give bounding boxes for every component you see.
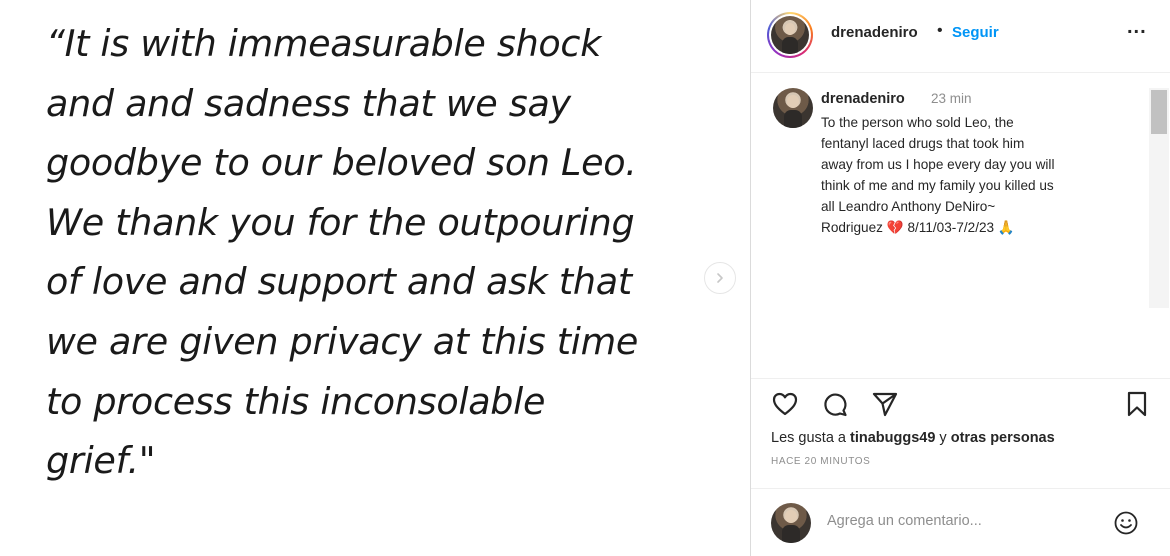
quote-line: to process this inconsolable [46,379,546,423]
comment-icon[interactable] [821,390,849,418]
next-slide-button[interactable] [704,262,736,294]
caption-line: To the person who sold Leo, the [821,115,1014,130]
emoji-icon[interactable] [1113,510,1139,536]
quote-text: “It is with immeasurable shock and and s… [46,14,736,491]
likes-prefix: Les gusta a [771,430,850,446]
caption-avatar[interactable] [773,88,813,128]
quote-line: and and sadness that we say [46,81,571,125]
avatar [771,16,809,54]
caption-line: away from us I hope every day you will [821,157,1055,172]
share-icon[interactable] [871,390,899,418]
caption-area: drenadeniro 23 min To the person who sol… [751,74,1170,374]
likes-middle: y [935,430,951,446]
header-username[interactable]: drenadeniro [831,24,918,41]
heart-icon[interactable] [771,391,799,417]
quote-line: “It is with immeasurable shock [46,22,602,65]
add-comment-bar [751,488,1170,556]
separator-dot: • [937,22,943,39]
caption-username[interactable]: drenadeniro [821,91,905,107]
quote-line: We thank you for the outpouring [46,200,635,244]
quote-line: grief." [46,439,156,483]
quote-line: of love and support and ask that [46,260,632,304]
bookmark-icon[interactable] [1125,390,1149,418]
action-bar [751,378,1170,426]
post-timestamp: HACE 20 MINUTOS [771,456,871,467]
caption-line: fentanyl laced drugs that took him [821,136,1025,151]
caption-text: To the person who sold Leo, the fentanyl… [821,112,1151,238]
chevron-right-icon [717,273,723,283]
quote-line: goodbye to our beloved son Leo. [46,141,637,185]
current-user-avatar [771,503,811,543]
caption-line: think of me and my family you killed us [821,178,1054,193]
follow-button[interactable]: Seguir [952,24,999,41]
scrollbar-thumb[interactable] [1151,90,1167,134]
caption-line: all Leandro Anthony DeNiro~ [821,199,996,214]
scrollbar[interactable] [1149,88,1169,308]
quote-line: we are given privacy at this time [46,319,639,363]
likes-summary: Les gusta a tinabuggs49 y otras personas [771,430,1055,446]
post-header: drenadeniro • Seguir ... [751,0,1170,73]
comment-input[interactable] [827,513,1097,529]
story-ring[interactable] [767,12,813,58]
post-image: “It is with immeasurable shock and and s… [0,0,750,556]
post-side-panel: drenadeniro • Seguir ... drenadeniro 23 … [750,0,1170,556]
caption-time: 23 min [931,91,972,106]
more-options-button[interactable]: ... [1127,16,1147,39]
caption-line: Rodriguez 💔 8/11/03-7/2/23 🙏 [821,220,1015,235]
liker-username[interactable]: tinabuggs49 [850,430,935,446]
other-likers-link[interactable]: otras personas [951,430,1055,446]
